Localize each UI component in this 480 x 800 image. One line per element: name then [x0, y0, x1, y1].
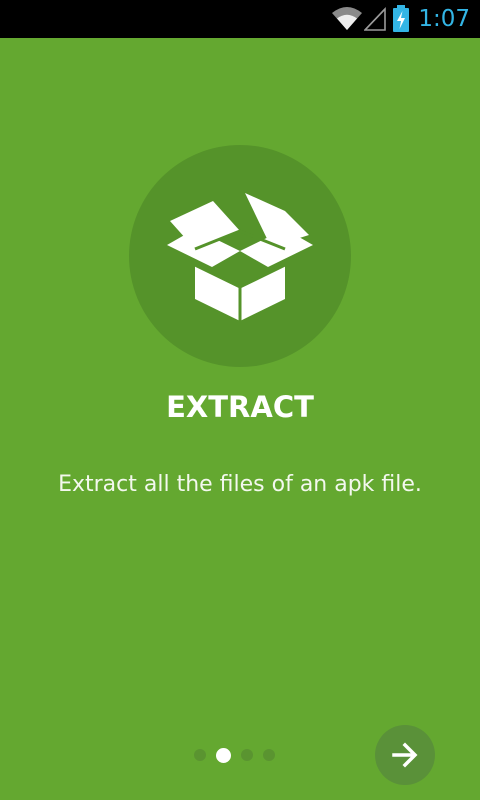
- slide-description: Extract all the files of an apk file.: [58, 472, 422, 497]
- battery-charging-icon: [393, 5, 410, 32]
- status-time: 1:07: [418, 6, 470, 32]
- page-dot[interactable]: [194, 749, 206, 761]
- page-indicator: [194, 747, 285, 763]
- feature-icon-circle: [129, 145, 351, 367]
- next-button[interactable]: [375, 725, 435, 785]
- wifi-icon: [332, 7, 363, 30]
- open-box-icon: [167, 193, 313, 321]
- status-bar: 1:07: [0, 0, 480, 38]
- page-dot-active[interactable]: [216, 747, 231, 763]
- slide-title: EXTRACT: [166, 390, 314, 424]
- arrow-right-icon: [392, 742, 418, 768]
- onboarding-screen: 1:07 EXTRACT Extract all the files of an…: [0, 0, 480, 800]
- page-dot[interactable]: [263, 749, 275, 761]
- cell-signal-icon: [364, 7, 387, 31]
- page-dot[interactable]: [241, 749, 253, 761]
